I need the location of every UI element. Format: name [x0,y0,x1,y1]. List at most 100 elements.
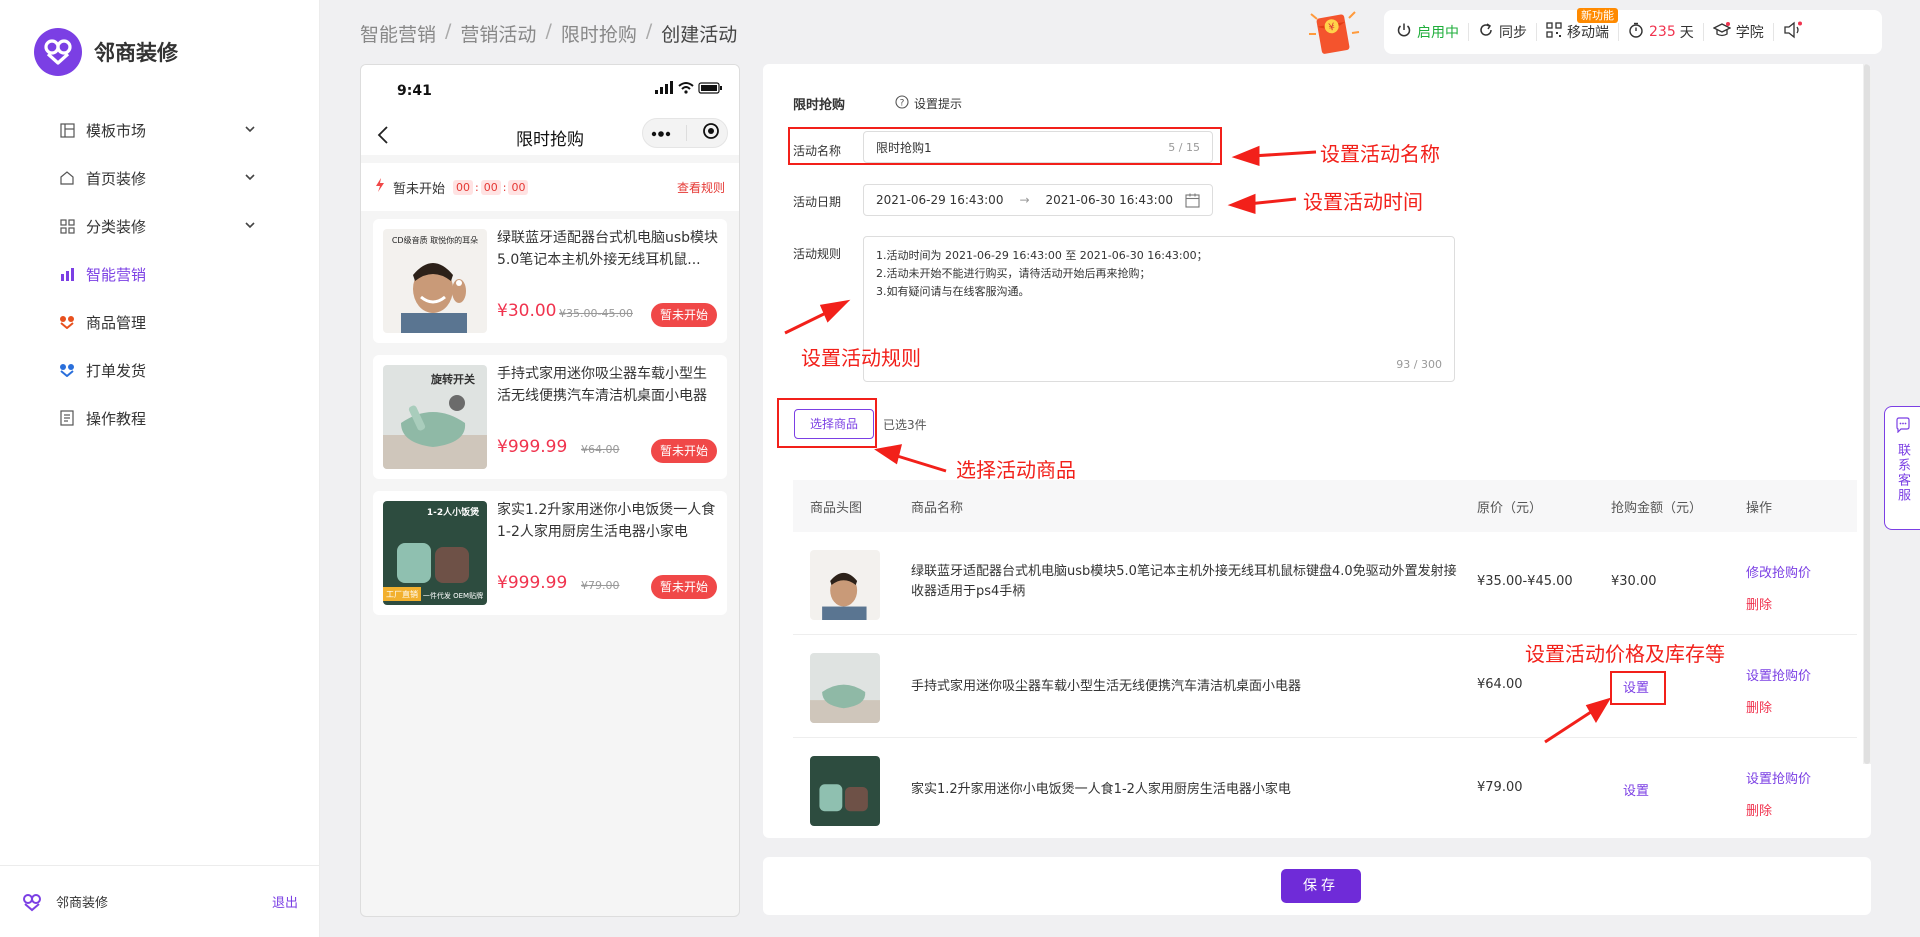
svg-text:工厂直销: 工厂直销 [386,589,418,599]
save-bar: 保存 [763,857,1871,915]
set-price-link[interactable]: 设置 [1623,780,1649,799]
red-packet-icon[interactable]: ¥ [1305,6,1363,62]
brand-logo[interactable]: 邻商装修 [34,28,178,76]
product-image-rice-cooker: 1-2人小饭煲工厂直销 一件代发 OEM贴牌 [383,501,487,605]
signal-wifi-battery-icon [655,81,723,99]
svg-text:一件代发 OEM贴牌: 一件代发 OEM贴牌 [423,591,483,600]
product-price: ¥999.99 [497,437,568,457]
chat-bubble-icon [1895,417,1911,437]
flash-icon [375,178,385,196]
countdown-bar: 暂未开始 00: 00: 00 查看规则 [361,163,739,211]
product-price: ¥999.99 [497,573,568,593]
svg-text:CD级音质 取悦你的耳朵: CD级音质 取悦你的耳朵 [392,235,478,245]
breadcrumb-item[interactable]: 营销活动 [460,20,536,47]
sidebar-item-shipping[interactable]: 打单发货 [0,346,320,394]
product-image-earphone: CD级音质 取悦你的耳朵 [383,229,487,333]
selected-count: 已选3件 [883,418,927,432]
delete-link[interactable]: 删除 [1746,800,1772,819]
refresh-icon [1478,22,1499,42]
sidebar-item-category-decor[interactable]: 分类装修 [0,202,320,250]
product-card[interactable]: 1-2人小饭煲工厂直销 一件代发 OEM贴牌 家实1.2升家用迷你小电饭煲一人食1… [373,491,727,615]
annotation-goods: 选择活动商品 [956,458,1076,482]
days-remaining[interactable]: 235 天 [1619,10,1703,54]
annotation-time: 设置活动时间 [1303,190,1423,214]
sidebar-item-goods-management[interactable]: 商品管理 [0,298,320,346]
not-started-button[interactable]: 暂未开始 [651,303,717,327]
highlight-box-goods [777,398,877,448]
goods-name: 手持式家用迷你吸尘器车载小型生活无线便携汽车清洁机桌面小电器 [911,679,1302,694]
small-logo-icon [22,892,42,912]
activity-form: 限时抢购 ? 设置提示 活动名称 限时抢购1 5 / 15 活动日期 2021-… [763,64,1871,838]
sidebar-nav: 模板市场 首页装修 分类装修 智能营销 商品管理 打单发货 操作教程 [0,106,320,442]
product-original-price: ¥79.00 [581,579,620,592]
not-started-button[interactable]: 暂未开始 [651,439,717,463]
product-card[interactable]: CD级音质 取悦你的耳朵 绿联蓝牙适配器台式机电脑usb模块5.0笔记本主机外接… [373,219,727,343]
status-toggle[interactable]: 启用中 [1396,10,1468,54]
product-original-price: ¥35.00-45.00 [559,307,633,320]
goods-thumbnail [810,653,880,723]
days-unit: 天 [1679,25,1694,41]
stopwatch-icon [1628,22,1649,42]
sync-button[interactable]: 同步 [1469,10,1536,54]
activity-rules-label: 活动规则 [793,247,842,261]
product-price: ¥30.00 [497,301,557,321]
set-flash-price-link[interactable]: 设置抢购价 [1746,665,1811,684]
mobile-label: 移动端 [1567,25,1609,41]
sidebar-item-template-market[interactable]: 模板市场 [0,106,320,154]
activity-rules-textarea[interactable]: 1.活动时间为 2021-06-29 16:43:00 至 2021-06-30… [863,236,1455,382]
product-name: 家实1.2升家用迷你小电饭煲一人食1-2人家用厨房生活电器小家电 [497,502,716,540]
annotation-rules: 设置活动规则 [801,346,921,370]
power-icon [1396,22,1417,42]
svg-text:旋转开关: 旋转开关 [430,372,475,386]
original-price: ¥35.00-¥45.00 [1477,574,1573,589]
breadcrumb-item[interactable]: 限时抢购 [561,20,637,47]
footer-app-name: 邻商装修 [56,896,109,911]
more-dots-icon[interactable] [651,126,671,141]
breadcrumb: 智能营销 / 营销活动 / 限时抢购 / 创建活动 [360,20,738,47]
delete-link[interactable]: 删除 [1746,594,1772,613]
chevron-down-icon [244,121,256,139]
not-started-button[interactable]: 暂未开始 [651,575,717,599]
highlight-box-name [788,127,1222,165]
close-target-icon[interactable] [702,122,720,144]
customer-service-tab[interactable]: 联系客服 [1884,406,1920,530]
marketing-icon [58,265,76,283]
flash-price: ¥30.00 [1611,574,1657,589]
svg-text:1-2人小饭煲: 1-2人小饭煲 [427,506,480,518]
chevron-down-icon [244,217,256,235]
sidebar-item-tutorial[interactable]: 操作教程 [0,394,320,442]
sidebar-item-home-decor[interactable]: 首页装修 [0,154,320,202]
logout-link[interactable]: 退出 [272,892,298,911]
sidebar-item-label: 首页装修 [86,169,147,188]
new-feature-badge: 新功能 [1577,8,1618,23]
form-scrollbar[interactable] [1863,64,1871,764]
notification-button[interactable] [1774,10,1817,54]
set-flash-price-link[interactable]: 设置抢购价 [1746,768,1811,787]
status-text: 启用中 [1417,25,1459,41]
table-row: 绿联蓝牙适配器台式机电脑usb模块5.0笔记本主机外接无线耳机鼠标键盘4.0免驱… [793,532,1857,635]
save-button[interactable]: 保存 [1281,869,1361,903]
mobile-button[interactable]: 移动端 新功能 [1537,8,1618,54]
view-rules-link[interactable]: 查看规则 [677,179,725,196]
product-card[interactable]: 旋转开关 手持式家用迷你吸尘器车载小型生活无线便携汽车清洁机桌面小电器 ¥999… [373,355,727,479]
sidebar-item-label: 商品管理 [86,313,147,332]
form-header: 限时抢购 ? 设置提示 [793,94,962,113]
qr-code-icon [1546,22,1567,42]
mobile-preview: 9:41 限时抢购 暂未开始 00: 00: 00 查看规则 CD级音质 取悦你… [360,64,740,917]
phone-status-bar: 9:41 [361,65,739,115]
countdown-minutes: 00 [480,179,501,195]
miniapp-capsule [642,118,728,148]
settings-tip-link[interactable]: ? 设置提示 [895,95,962,112]
sidebar-item-label: 智能营销 [86,265,147,284]
goods-thumbnail [810,756,880,826]
breadcrumb-item[interactable]: 智能营销 [360,20,436,47]
phone-time: 9:41 [397,83,432,99]
sync-label: 同步 [1499,25,1527,41]
academy-button[interactable]: 学院 [1704,10,1773,54]
shipping-icon [58,361,76,379]
delete-link[interactable]: 删除 [1746,697,1772,716]
date-range-picker[interactable]: 2021-06-29 16:43:00 → 2021-06-30 16:43:0… [863,184,1213,216]
edit-flash-price-link[interactable]: 修改抢购价 [1746,562,1811,581]
sidebar-item-label: 模板市场 [86,121,147,140]
sidebar-item-smart-marketing[interactable]: 智能营销 [0,250,320,298]
